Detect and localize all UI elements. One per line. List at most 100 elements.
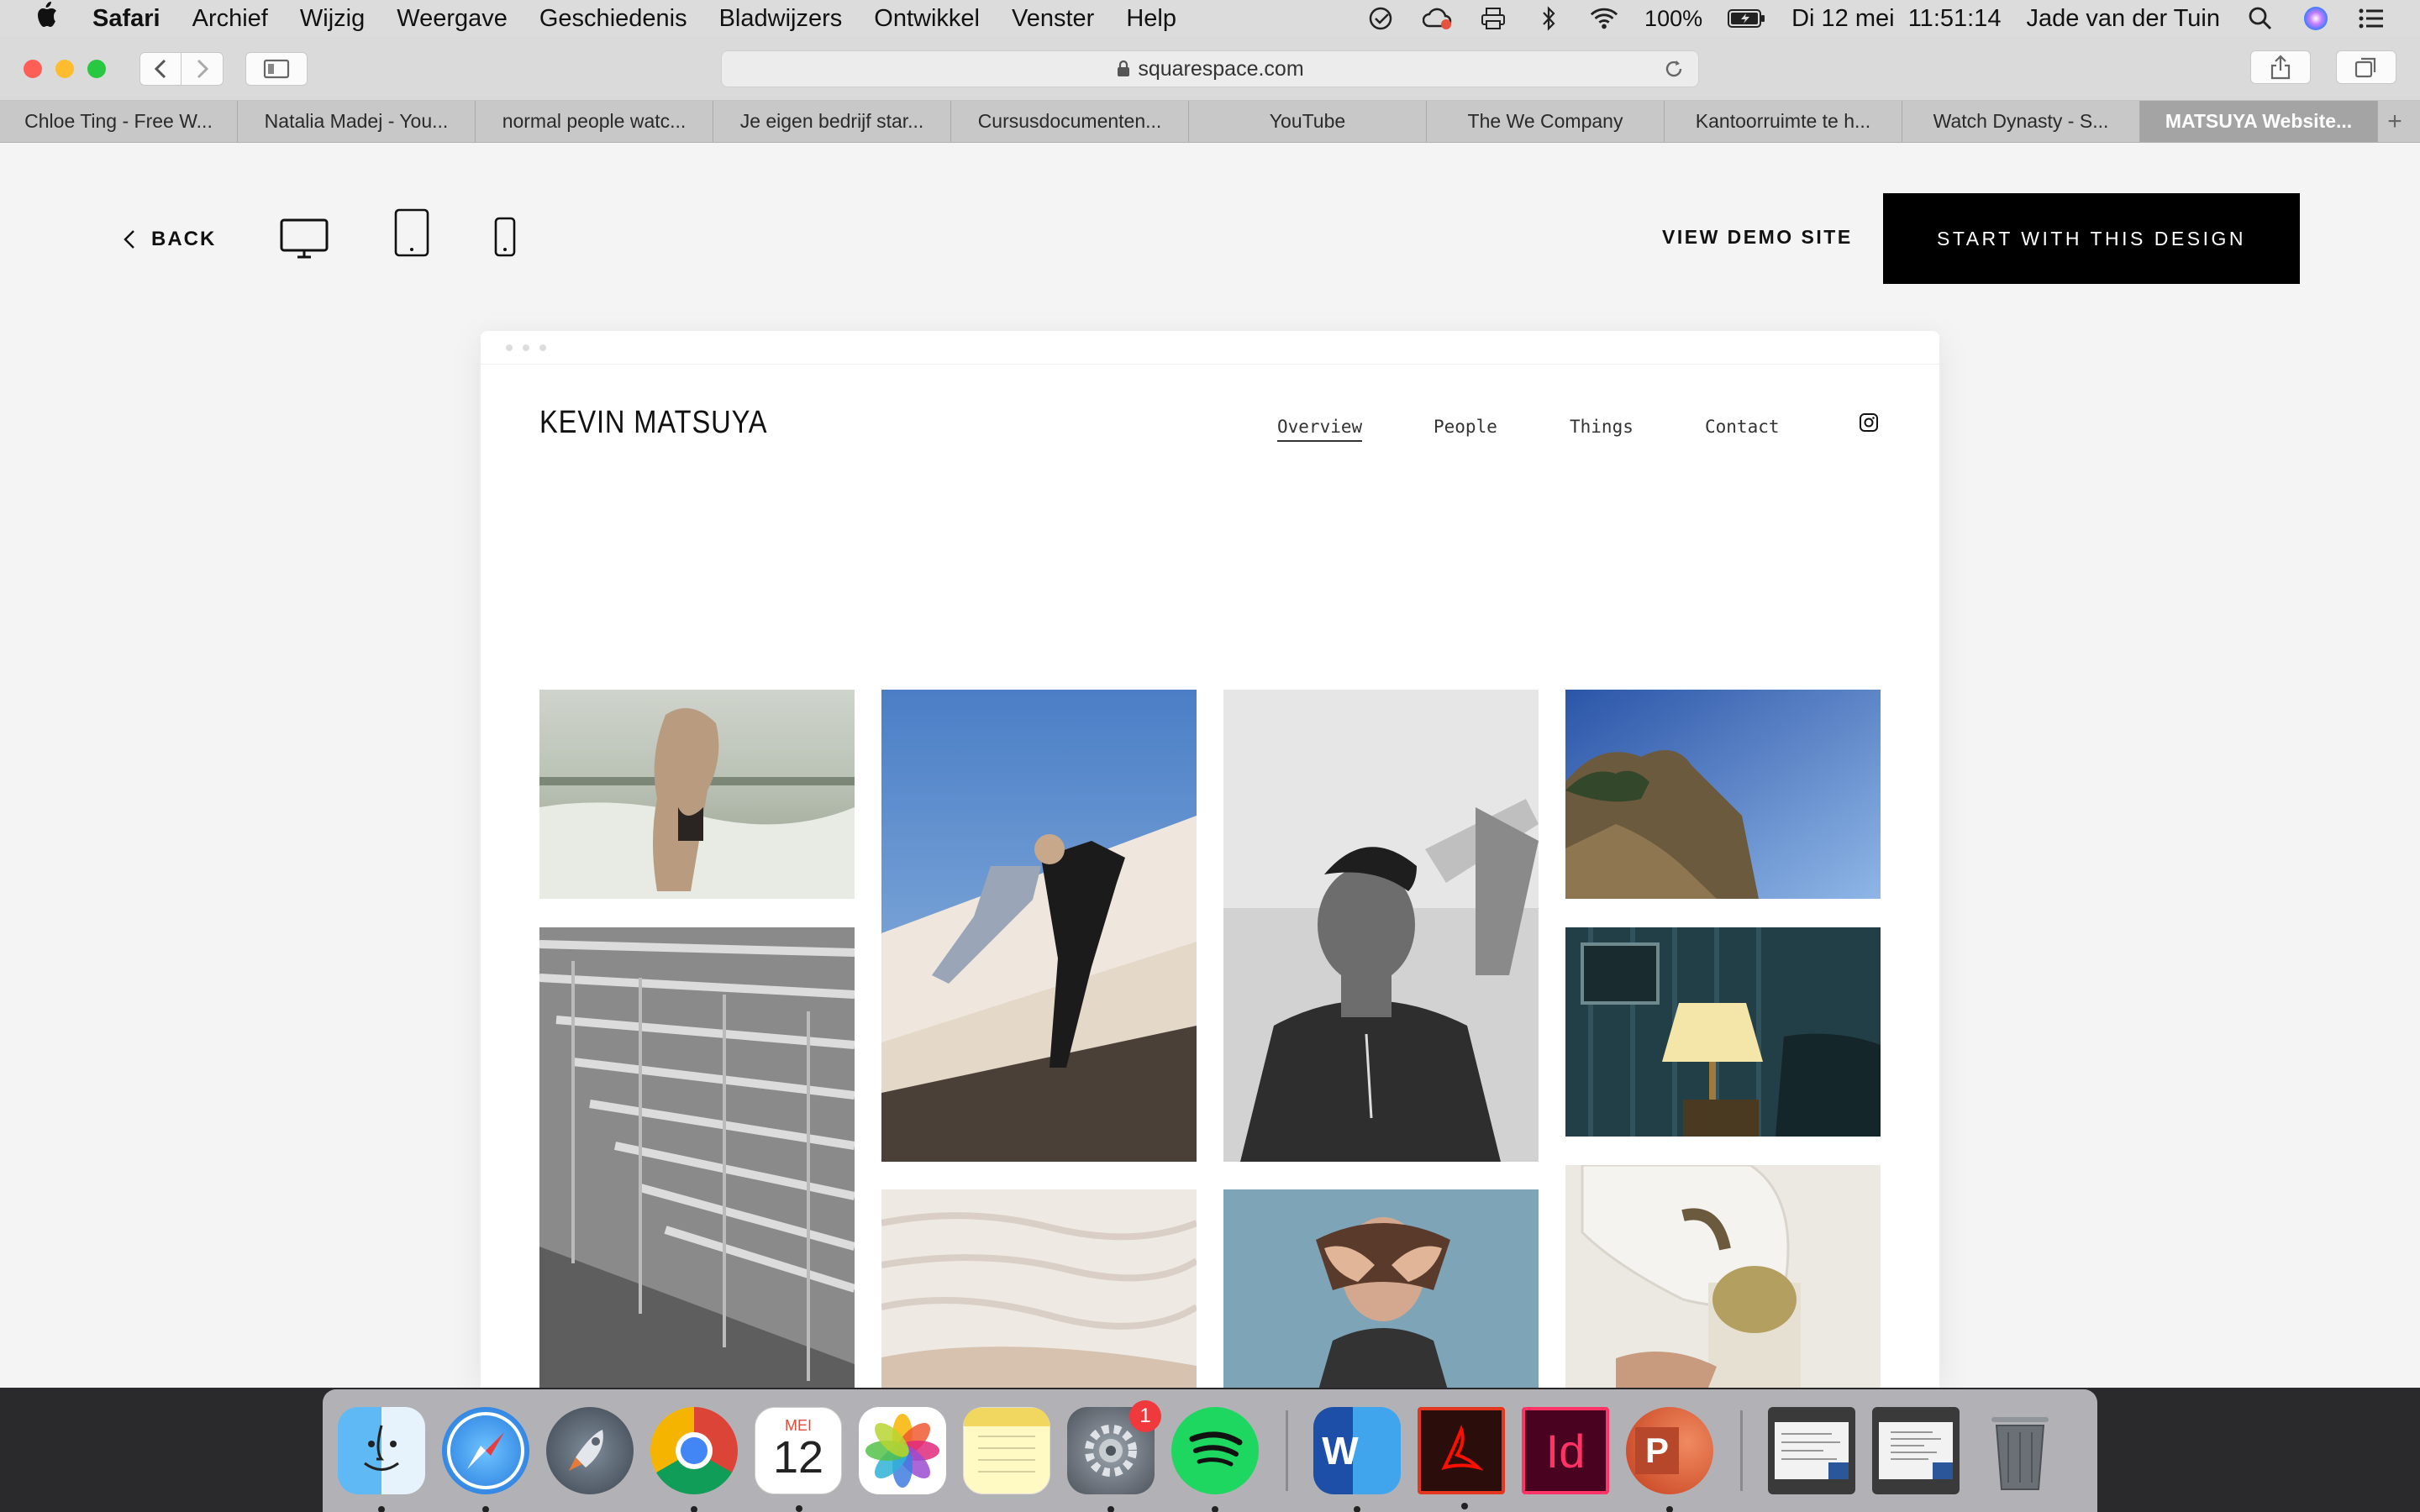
system-preferences-icon[interactable]: 1 (1067, 1400, 1161, 1512)
fullscreen-window-button[interactable] (87, 59, 106, 78)
back-nav-button[interactable] (139, 51, 182, 86)
browser-tab[interactable]: The We Company (1427, 101, 1665, 142)
lock-icon (1118, 60, 1130, 76)
tab-bar: Chloe Ting - Free W... Natalia Madej - Y… (0, 101, 2420, 143)
phone-icon (494, 217, 516, 257)
word-document-2[interactable] (1872, 1407, 1960, 1494)
minimize-window-button[interactable] (55, 59, 74, 78)
chevron-left-icon (154, 59, 166, 78)
chrome-icon[interactable] (650, 1407, 738, 1512)
calendar-day: 12 (772, 1431, 824, 1483)
battery-icon[interactable] (1728, 6, 1766, 31)
photo-woman-covering-eyes[interactable] (1223, 1189, 1539, 1388)
creative-cloud-icon[interactable] (1423, 6, 1453, 31)
photos-icon[interactable] (859, 1407, 946, 1494)
desktop-view-button[interactable] (279, 218, 329, 260)
dock: MEI 12 1 W Id P (323, 1389, 2097, 1512)
tab-overview-button[interactable] (2336, 50, 2396, 84)
battery-percentage: 100% (1644, 5, 1703, 31)
photo-white-travertine-terraces[interactable] (881, 1189, 1197, 1388)
siri-icon[interactable] (2301, 6, 2331, 31)
address-bar[interactable]: squarespace.com (721, 50, 1699, 87)
menu-bladwijzers[interactable]: Bladwijzers (719, 5, 843, 33)
printer-icon[interactable] (1478, 6, 1508, 31)
site-title[interactable]: KEVIN MATSUYA (539, 405, 767, 441)
template-preview-page: BACK VIEW DEMO SITE START WITH THIS DESI… (0, 144, 2420, 1388)
word-letter: W (1322, 1429, 1359, 1473)
menu-app-safari[interactable]: Safari (92, 5, 160, 33)
browser-tab[interactable]: normal people watc... (476, 101, 713, 142)
acrobat-icon[interactable] (1418, 1407, 1505, 1509)
browser-tab-active[interactable]: MATSUYA Website... (2140, 101, 2378, 142)
site-nav-things[interactable]: Things (1570, 417, 1634, 437)
browser-toolbar: squarespace.com (0, 37, 2420, 101)
calendar-icon[interactable]: MEI 12 (755, 1407, 842, 1512)
checkmark-status-icon[interactable] (1367, 6, 1397, 31)
bluetooth-icon[interactable] (1534, 6, 1564, 31)
dock-separator (1286, 1410, 1288, 1491)
notification-center-icon[interactable] (2356, 6, 2386, 31)
notification-badge: 1 (1129, 1400, 1161, 1432)
browser-tab[interactable]: Kantoorruimte te h... (1665, 101, 1902, 142)
sidebar-icon (263, 59, 290, 78)
spotlight-search-icon[interactable] (2245, 6, 2275, 31)
phone-view-button[interactable] (492, 216, 518, 258)
close-window-button[interactable] (24, 59, 42, 78)
share-button[interactable] (2250, 50, 2311, 84)
photo-hands-pouring-tea[interactable] (1565, 1165, 1881, 1388)
indesign-icon[interactable]: Id (1522, 1407, 1609, 1494)
tablet-icon (394, 208, 429, 257)
trash-icon[interactable] (1976, 1407, 2064, 1494)
wifi-icon[interactable] (1589, 6, 1619, 31)
new-tab-button[interactable]: + (2378, 101, 2412, 142)
template-site-preview: KEVIN MATSUYA Overview People Things Con… (481, 331, 1939, 1388)
back-label: BACK (151, 228, 217, 250)
browser-tab[interactable]: Natalia Madej - You... (238, 101, 476, 142)
safari-icon[interactable] (442, 1407, 529, 1512)
menu-ontwikkel[interactable]: Ontwikkel (874, 5, 980, 33)
site-nav-overview[interactable]: Overview (1277, 417, 1363, 442)
menu-geschiedenis[interactable]: Geschiedenis (539, 5, 687, 33)
photo-woman-splashing-in-waves[interactable] (539, 690, 855, 899)
back-button[interactable]: BACK (123, 228, 216, 251)
tabs-icon (2354, 57, 2376, 78)
browser-tab[interactable]: Chloe Ting - Free W... (0, 101, 238, 142)
desktop-icon (280, 218, 329, 259)
launchpad-icon[interactable] (546, 1407, 634, 1494)
photo-rocky-cliff-blue-sky[interactable] (1565, 690, 1881, 899)
menu-wijzig[interactable]: Wijzig (300, 5, 365, 33)
menu-help[interactable]: Help (1126, 5, 1176, 33)
finder-icon[interactable] (338, 1407, 425, 1512)
menubar-user[interactable]: Jade van der Tuin (2026, 5, 2220, 33)
photo-men-climbing-white-wall[interactable] (881, 690, 1197, 1162)
spotify-icon[interactable] (1171, 1407, 1259, 1512)
safari-window: squarespace.com Chloe Ting - Free W... N… (0, 37, 2420, 1388)
photo-table-lamp-in-blue-room[interactable] (1565, 927, 1881, 1137)
menubar-clock[interactable]: Di 12 mei 11:51:14 (1791, 5, 2001, 33)
powerpoint-letter: P (1634, 1427, 1679, 1474)
browser-tab[interactable]: YouTube (1189, 101, 1427, 142)
sidebar-toggle-button[interactable] (245, 51, 308, 86)
menu-weergave[interactable]: Weergave (397, 5, 508, 33)
browser-tab[interactable]: Watch Dynasty - S... (1902, 101, 2140, 142)
reload-icon[interactable] (1663, 58, 1685, 80)
share-icon (2270, 55, 2291, 80)
tablet-view-button[interactable] (393, 207, 430, 258)
word-document-1[interactable] (1768, 1407, 1855, 1494)
site-nav-contact[interactable]: Contact (1705, 417, 1780, 437)
photo-man-pouring-water-bottle[interactable] (1223, 690, 1539, 1162)
start-with-design-button[interactable]: START WITH THIS DESIGN (1883, 193, 2300, 284)
menu-venster[interactable]: Venster (1012, 5, 1094, 33)
notes-icon[interactable] (963, 1407, 1050, 1494)
site-nav-people[interactable]: People (1434, 417, 1497, 437)
forward-nav-button[interactable] (182, 51, 224, 86)
apple-menu-icon[interactable] (0, 1, 92, 36)
instagram-icon[interactable] (1859, 412, 1879, 433)
photo-grey-bleachers[interactable] (539, 927, 855, 1388)
view-demo-site-link[interactable]: VIEW DEMO SITE (1662, 226, 1853, 249)
browser-tab[interactable]: Je eigen bedrijf star... (713, 101, 951, 142)
powerpoint-icon[interactable]: P (1626, 1407, 1713, 1512)
menu-archief[interactable]: Archief (192, 5, 268, 33)
browser-tab[interactable]: Cursusdocumenten... (951, 101, 1189, 142)
word-icon[interactable]: W (1313, 1407, 1401, 1512)
